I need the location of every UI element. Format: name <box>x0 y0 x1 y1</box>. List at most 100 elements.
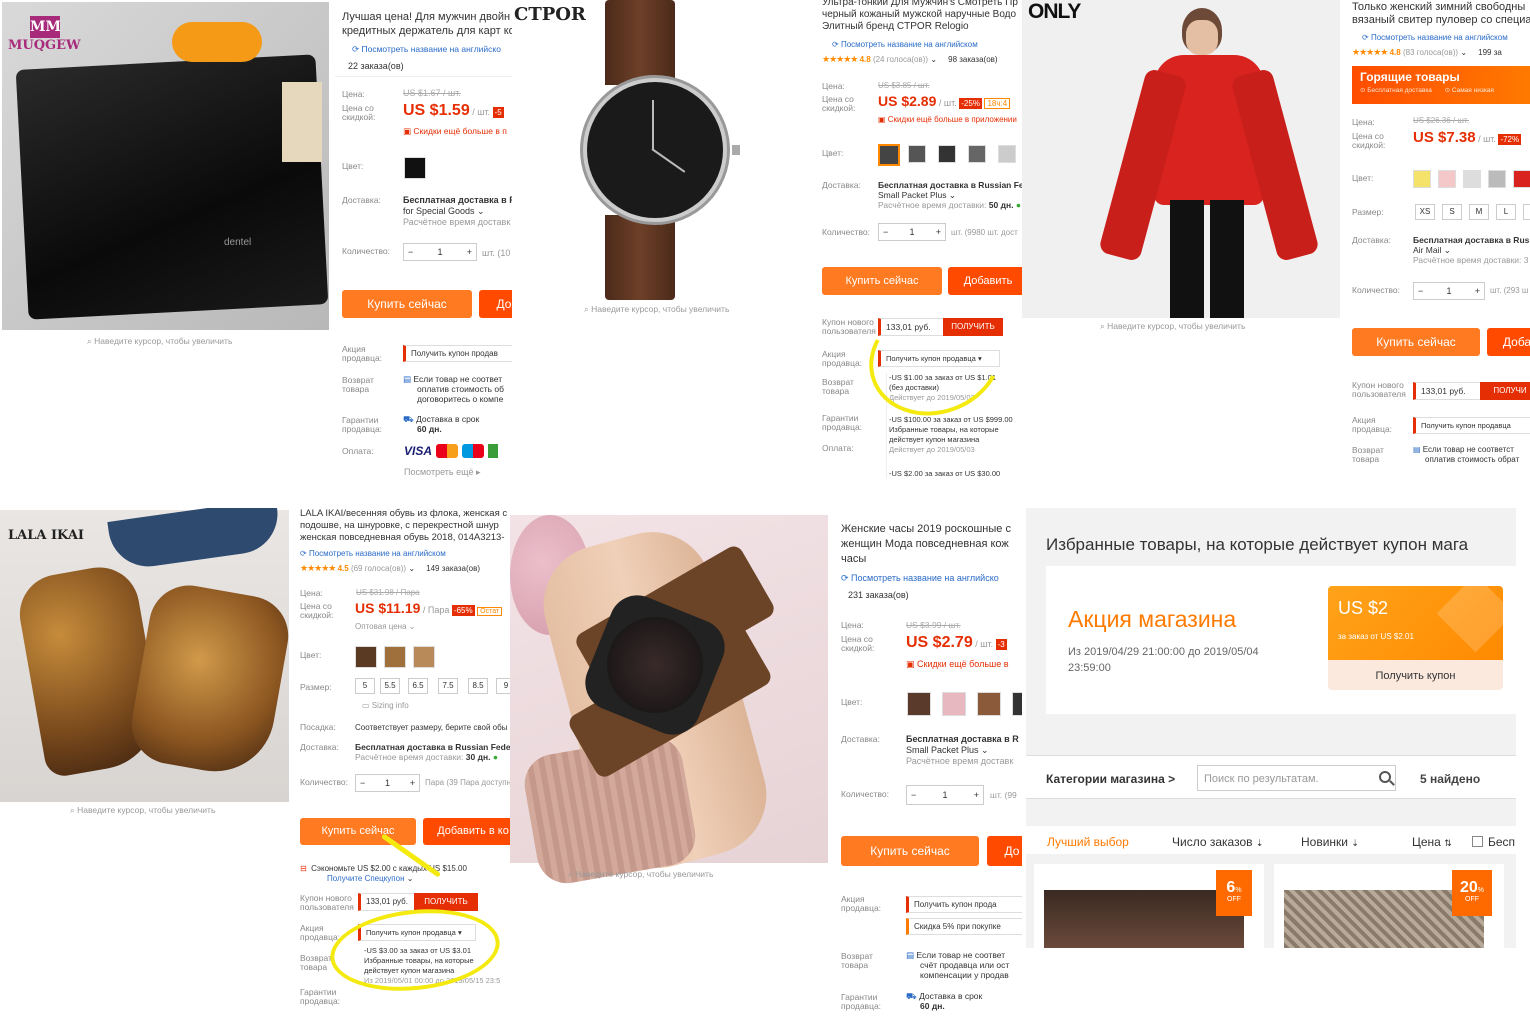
delivery-info[interactable]: Бесплатная доставка в Rus Air Mail ⌄ Расчё… <box>1413 235 1529 266</box>
translate-link[interactable]: ⟳ Посмотреть название на английском <box>832 40 978 50</box>
sort-orders[interactable]: Число заказов ⇣ <box>1172 835 1263 849</box>
wholesale-link[interactable]: Оптовая цена ⌄ <box>355 622 416 632</box>
product-title[interactable]: Лучшая цена! Для мужчин двойн кредитных д… <box>342 10 512 38</box>
quantity-stepper[interactable]: −1 + <box>355 774 420 792</box>
buy-now-button[interactable]: Купить сейчас <box>841 836 979 866</box>
size-option[interactable]: 7.5 <box>438 678 458 694</box>
delivery-info[interactable]: Бесплатная доставка в Russian Fed Small P… <box>878 180 1022 211</box>
color-option[interactable] <box>968 145 986 163</box>
seller-coupon-dropdown[interactable]: Получить купон продав <box>403 345 512 362</box>
product-title[interactable]: LALA IKAI/весенняя обувь из флока, женск… <box>300 508 507 544</box>
add-to-cart-button[interactable]: Добавить в ко <box>423 818 512 845</box>
color-option[interactable] <box>1413 170 1431 188</box>
buy-now-button[interactable]: Купить сейчас <box>342 290 472 318</box>
app-discount-link[interactable]: ▣ Скидки ещё больше в приложении <box>878 115 1017 125</box>
color-option[interactable] <box>355 646 377 668</box>
size-option-xs[interactable]: XS <box>1415 204 1435 220</box>
zoom-hint: ⌕ Наведите курсор, чтобы увеличить <box>70 805 216 815</box>
quantity-stepper[interactable]: −1 + <box>1413 282 1485 300</box>
size-option-s[interactable]: S <box>1442 204 1462 220</box>
product-card[interactable]: 6% OFF <box>1034 864 1264 948</box>
size-option[interactable]: 8.5 <box>468 678 488 694</box>
size-option-l[interactable]: L <box>1496 204 1516 220</box>
color-option[interactable] <box>878 144 900 166</box>
color-option[interactable] <box>908 145 926 163</box>
app-discount-link[interactable]: ▣ Скидки ещё больше в <box>906 659 1009 670</box>
quantity-stepper[interactable]: −1 + <box>906 785 984 805</box>
delivery-info[interactable]: Бесплатная доставка в Russian Federat Рас… <box>355 742 512 762</box>
seller-coupon-dropdown[interactable]: Получить купон прода <box>906 896 1022 913</box>
color-option[interactable] <box>1463 170 1481 188</box>
zoom-hint: ⌕ Наведите курсор, чтобы увеличить <box>568 869 714 879</box>
rating-row[interactable]: ★★★★★ 4.5 (69 голоса(ов)) ⌄ 149 заказа(о… <box>300 563 480 574</box>
sort-best-match[interactable]: Лучший выбор <box>1047 835 1129 849</box>
panel-sweater-details: Только женский зимний свободны вязаный св… <box>1340 0 1530 470</box>
color-option[interactable] <box>404 157 426 179</box>
color-option[interactable] <box>413 646 435 668</box>
product-title[interactable]: Ультра-тонкий Для Мужчин's Смотреть Пр че… <box>822 0 1018 33</box>
translate-link[interactable]: ⟳ Посмотреть название на английском <box>1362 33 1508 43</box>
panel-watch-ctpor: CTPOR ⌕ Наведите курсор, чтобы увеличить <box>512 0 810 485</box>
buy-now-button[interactable]: Купить сейчас <box>1352 328 1480 356</box>
seller-coupon-dropdown[interactable]: Получить купон продавца <box>1413 417 1530 434</box>
size-option[interactable]: 5.5 <box>380 678 400 694</box>
product-title[interactable]: Женские часы 2019 роскошные с женщин Мода… <box>841 522 1011 567</box>
product-title[interactable]: Только женский зимний свободны вязаный св… <box>1352 1 1530 27</box>
special-coupon[interactable]: ⊟ Сэкономьте US $2.00 с каждых US $15.00… <box>300 864 467 883</box>
add-to-cart-button[interactable]: До <box>987 836 1022 866</box>
sort-price[interactable]: Цена ⇅ <box>1412 835 1452 849</box>
size-option[interactable]: 5 <box>355 678 375 694</box>
color-option[interactable] <box>938 145 956 163</box>
panel-shoes: LALA IKAI ⌕ Наведите курсор, чтобы увели… <box>0 508 512 1020</box>
discount-price: US $2.89 / шт. -25% 18ч:4 <box>878 93 1011 110</box>
size-option-m[interactable]: M <box>1469 204 1489 220</box>
rating-row[interactable]: ★★★★★ 4.8 (24 голоса(ов)) ⌄ 98 заказа(ов… <box>822 54 998 65</box>
color-option[interactable] <box>1438 170 1456 188</box>
get-store-coupon-button[interactable]: Получить купон <box>1328 670 1503 683</box>
translate-link[interactable]: ⟳ Посмотреть название на английско <box>352 44 501 54</box>
color-option[interactable] <box>1012 692 1022 716</box>
quantity-stepper[interactable]: −1 + <box>403 243 477 261</box>
store-promo-period: Из 2019/04/29 21:00:00 до 2019/05/04 23:5… <box>1068 646 1259 674</box>
sweater-image[interactable] <box>1082 0 1332 318</box>
translate-link[interactable]: ⟳ Посмотреть название на английском <box>300 549 446 559</box>
sizing-info-link[interactable]: ▭ Sizing info <box>362 701 409 711</box>
search-input[interactable]: Поиск по результатам. <box>1197 765 1396 791</box>
color-option[interactable] <box>998 145 1016 163</box>
mastercard-icon <box>436 444 459 458</box>
color-option[interactable] <box>384 646 406 668</box>
get-coupon-button[interactable]: ПОЛУЧИ <box>1480 382 1530 400</box>
quantity-stepper[interactable]: −1 + <box>878 223 946 241</box>
size-option-xl[interactable]: X <box>1523 204 1530 220</box>
add-to-cart-button[interactable]: До <box>479 290 512 318</box>
return-policy: ▤ Если товар не соответ счёт продавца или… <box>906 950 1010 981</box>
view-more-payments[interactable]: Посмотреть ещё ▸ <box>404 467 481 478</box>
delivery-info[interactable]: Бесплатная доставка в R Small Packet Plus… <box>906 734 1019 766</box>
add-to-cart-button[interactable]: Добавить <box>948 267 1022 295</box>
rating-row[interactable]: ★★★★★ 4.8 (83 голоса(ов)) ⌄ 199 за <box>1352 47 1502 58</box>
color-option[interactable] <box>907 692 931 716</box>
app-discount-link[interactable]: ▣ Скидки ещё больше в п <box>403 126 507 136</box>
shoes-image[interactable]: LALA IKAI <box>0 508 295 802</box>
watch-image[interactable] <box>552 0 782 300</box>
free-shipping-checkbox[interactable] <box>1472 836 1483 847</box>
add-to-cart-button[interactable]: Доба <box>1487 328 1530 356</box>
buy-now-button[interactable]: Купить сейчас <box>300 818 416 845</box>
product-card[interactable]: 20% OFF <box>1274 864 1504 948</box>
wallet-image[interactable]: MM MUQGEW dentel <box>2 2 329 330</box>
color-option[interactable] <box>1488 170 1506 188</box>
color-option[interactable] <box>1513 170 1530 188</box>
delivery-info[interactable]: Бесплатная доставка в Rfor Special Goods… <box>403 195 512 227</box>
buy-now-button[interactable]: Купить сейчас <box>822 267 942 295</box>
panel-women-watch: ⌕ Наведите курсор, чтобы увеличить Женск… <box>510 515 1022 1020</box>
size-option[interactable]: 6.5 <box>408 678 428 694</box>
translate-link[interactable]: ⟳ Посмотреть название на английско <box>841 573 999 584</box>
women-watch-image[interactable] <box>510 515 828 888</box>
discount-badge: 6% OFF <box>1216 870 1252 916</box>
discount-price: US $7.38 / шт. -72% <box>1413 129 1522 146</box>
color-option[interactable] <box>942 692 966 716</box>
sort-newest[interactable]: Новинки ⇣ <box>1301 835 1359 849</box>
payment-icons: VISA <box>404 444 499 458</box>
color-option[interactable] <box>977 692 1001 716</box>
store-categories-link[interactable]: Категории магазина > <box>1046 772 1175 786</box>
